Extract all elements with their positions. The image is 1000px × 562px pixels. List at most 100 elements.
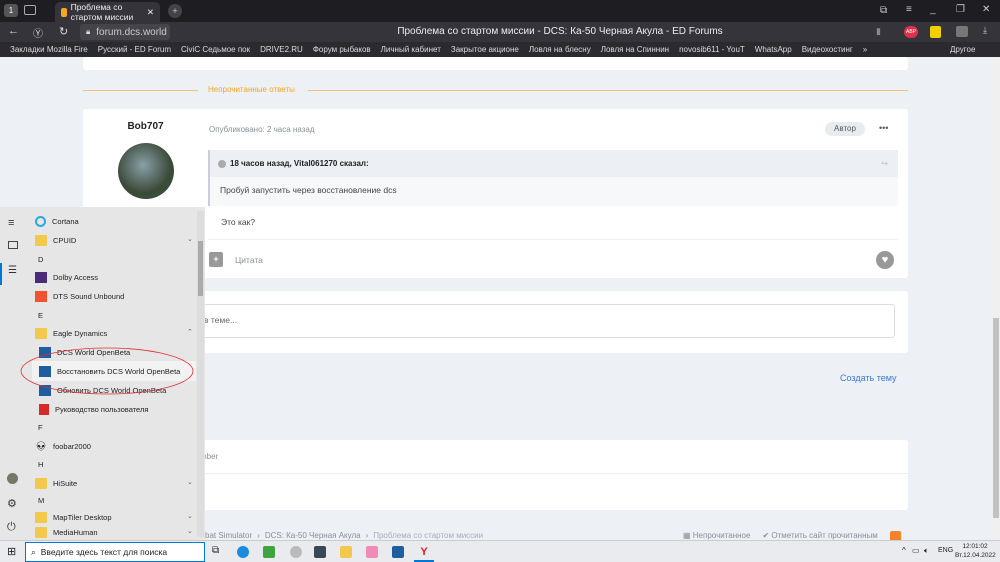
edge-icon[interactable] bbox=[237, 546, 249, 558]
clock[interactable]: 12:01:02 Вт.12.04.2022 bbox=[955, 542, 996, 560]
bookmark-item[interactable]: Ловля на Спиннин bbox=[601, 45, 669, 54]
bookmark-item[interactable]: Форум рыбаков bbox=[313, 45, 371, 54]
monitor-app-icon[interactable] bbox=[314, 546, 326, 558]
bookmark-item[interactable]: Закладки Mozilla Fire bbox=[10, 45, 88, 54]
bookmark-item[interactable]: CiviC Седьмое пок bbox=[181, 45, 250, 54]
start-folder-cpuid[interactable]: CPUID bbox=[35, 235, 76, 246]
scrollbar-thumb[interactable] bbox=[993, 318, 999, 518]
breadcrumb-item[interactable]: bat Simulator bbox=[205, 531, 252, 540]
start-folder-mediahuman[interactable]: MediaHuman bbox=[35, 527, 98, 538]
quote-chevron-icon[interactable] bbox=[218, 159, 226, 168]
close-window-button[interactable]: ✕ bbox=[982, 4, 990, 15]
yandex-browser-icon[interactable]: Y bbox=[418, 546, 430, 558]
letter-header-e[interactable]: E bbox=[38, 311, 43, 320]
post-more-menu[interactable]: ••• bbox=[879, 123, 888, 133]
hamburger-icon[interactable]: ≡ bbox=[8, 217, 14, 229]
url-field[interactable]: 🔒︎ forum.dcs.world bbox=[80, 24, 170, 40]
post-body: Это как? bbox=[221, 217, 256, 227]
chevron-up-icon: ⌃ bbox=[187, 329, 193, 336]
letter-header-m[interactable]: M bbox=[38, 496, 44, 505]
start-item-foobar[interactable]: 👽︎ foobar2000 bbox=[35, 441, 91, 452]
power-icon[interactable]: ⏻ bbox=[7, 521, 16, 534]
download-icon[interactable]: ⤓ bbox=[983, 25, 987, 36]
adblock-icon[interactable]: ABP bbox=[904, 26, 918, 38]
letter-header-h[interactable]: H bbox=[38, 460, 43, 469]
utorrent-icon[interactable] bbox=[263, 546, 275, 558]
letter-header-f[interactable]: F bbox=[38, 423, 43, 432]
reply-card: в теме... bbox=[83, 291, 908, 353]
extension-icon[interactable] bbox=[930, 26, 941, 38]
app-pink-icon[interactable] bbox=[366, 546, 378, 558]
start-item-dolby[interactable]: Dolby Access bbox=[35, 272, 98, 283]
new-tab-button[interactable]: + bbox=[168, 4, 182, 18]
bookmark-item[interactable]: Ловля на блесну bbox=[529, 45, 591, 54]
page-scrollbar[interactable] bbox=[992, 57, 1000, 540]
tiles-icon[interactable] bbox=[8, 241, 18, 249]
multiquote-plus-button[interactable]: + bbox=[209, 252, 223, 267]
start-item-cortana[interactable]: Cortana bbox=[35, 216, 79, 227]
post-author[interactable]: Bob707 bbox=[83, 121, 208, 132]
taskbar-search-input[interactable]: ⌕ Введите здесь текст для поиска bbox=[25, 542, 205, 562]
bookmark-item[interactable]: Видеохостинг bbox=[802, 45, 853, 54]
post-card: Bob707 Опубликовано: 2 часа назад Автор … bbox=[83, 109, 908, 278]
start-folder-maptiler[interactable]: MapTiler Desktop bbox=[35, 512, 112, 523]
bookmarks-other-folder[interactable]: Другое bbox=[950, 45, 975, 54]
bookmark-item[interactable]: DRIVE2.RU bbox=[260, 45, 303, 54]
item-label: Cortana bbox=[52, 217, 79, 226]
minimize-button[interactable]: _ bbox=[930, 4, 936, 15]
scrollbar-thumb[interactable] bbox=[198, 241, 203, 296]
all-apps-list-icon[interactable]: ☰ bbox=[8, 265, 17, 276]
item-label: foobar2000 bbox=[53, 442, 91, 451]
collections-icon[interactable]: ⧉ bbox=[880, 5, 887, 16]
back-icon[interactable]: ← bbox=[8, 25, 19, 37]
volume-icon[interactable]: 🔈︎ bbox=[924, 546, 929, 556]
bookmark-icon[interactable]: ▮ bbox=[876, 26, 881, 37]
author-avatar[interactable] bbox=[118, 143, 174, 199]
letter-header-d[interactable]: D bbox=[38, 255, 43, 264]
new-tab-group-icon[interactable] bbox=[24, 5, 36, 15]
browser-tab-bar: 1 Проблема со стартом миссии ✕ + ⧉ ≡ _ ❐… bbox=[0, 0, 1000, 22]
breadcrumb-item[interactable]: DCS: Ка-50 Черная Акула bbox=[265, 531, 361, 540]
bookmark-item[interactable]: WhatsApp bbox=[755, 45, 792, 54]
windows-start-icon[interactable]: ⊞ bbox=[7, 545, 16, 558]
reply-editor-input[interactable]: в теме... bbox=[195, 304, 895, 338]
start-folder-eagle-dynamics[interactable]: Eagle Dynamics bbox=[35, 328, 107, 339]
network-icon[interactable]: ▭ bbox=[912, 546, 920, 555]
bookmarks-bar: Закладки Mozilla Fire Русский - ED Forum… bbox=[0, 42, 1000, 57]
bookmark-item[interactable]: Русский - ED Forum bbox=[98, 45, 171, 54]
tray-chevron-icon[interactable]: ^ bbox=[902, 546, 906, 555]
browser-tab-active[interactable]: Проблема со стартом миссии ✕ bbox=[55, 2, 160, 22]
maximize-button[interactable]: ❐ bbox=[956, 4, 965, 15]
file-explorer-icon[interactable] bbox=[340, 546, 352, 558]
dcs-taskbar-icon[interactable] bbox=[392, 546, 404, 558]
task-view-icon[interactable]: ⧉ bbox=[212, 545, 219, 556]
start-folder-hisuite[interactable]: HiSuite bbox=[35, 478, 77, 489]
language-indicator[interactable]: ENG bbox=[938, 547, 953, 554]
ed-favicon-icon bbox=[61, 7, 67, 17]
item-label: Eagle Dynamics bbox=[53, 329, 108, 338]
divider-line bbox=[308, 90, 908, 91]
start-menu-scrollbar[interactable] bbox=[197, 211, 204, 537]
yandex-icon[interactable]: Ⓨ bbox=[33, 25, 43, 40]
pdf-icon bbox=[39, 404, 49, 415]
bookmark-item[interactable]: Закрытое акционе bbox=[451, 45, 519, 54]
bookmark-item[interactable]: Личный кабинет bbox=[381, 45, 441, 54]
bookmark-item[interactable]: novosib611 - YouT bbox=[679, 45, 745, 54]
like-heart-icon[interactable]: ♥ bbox=[876, 251, 894, 269]
create-topic-link[interactable]: Создать тему bbox=[840, 373, 897, 383]
bookmarks-more[interactable]: » bbox=[863, 45, 867, 54]
extension-tv-icon[interactable] bbox=[956, 26, 968, 37]
tab-counter-button[interactable]: 1 bbox=[4, 4, 18, 17]
foobar-taskbar-icon[interactable] bbox=[290, 546, 302, 558]
quote-goto-icon[interactable]: ↪ bbox=[881, 159, 888, 168]
quote-button[interactable]: Цитата bbox=[235, 255, 263, 265]
start-item-dts[interactable]: DTS Sound Unbound bbox=[35, 291, 124, 302]
settings-gear-icon[interactable]: ⚙ bbox=[7, 497, 17, 510]
start-item-user-guide[interactable]: Руководство пользователя bbox=[39, 404, 148, 415]
tab-close-icon[interactable]: ✕ bbox=[147, 7, 154, 18]
reload-icon[interactable]: ↻ bbox=[59, 25, 68, 38]
user-avatar-icon[interactable] bbox=[7, 473, 18, 484]
folder-icon bbox=[35, 512, 47, 523]
menu-icon[interactable]: ≡ bbox=[906, 4, 912, 15]
item-label: Dolby Access bbox=[53, 273, 99, 282]
